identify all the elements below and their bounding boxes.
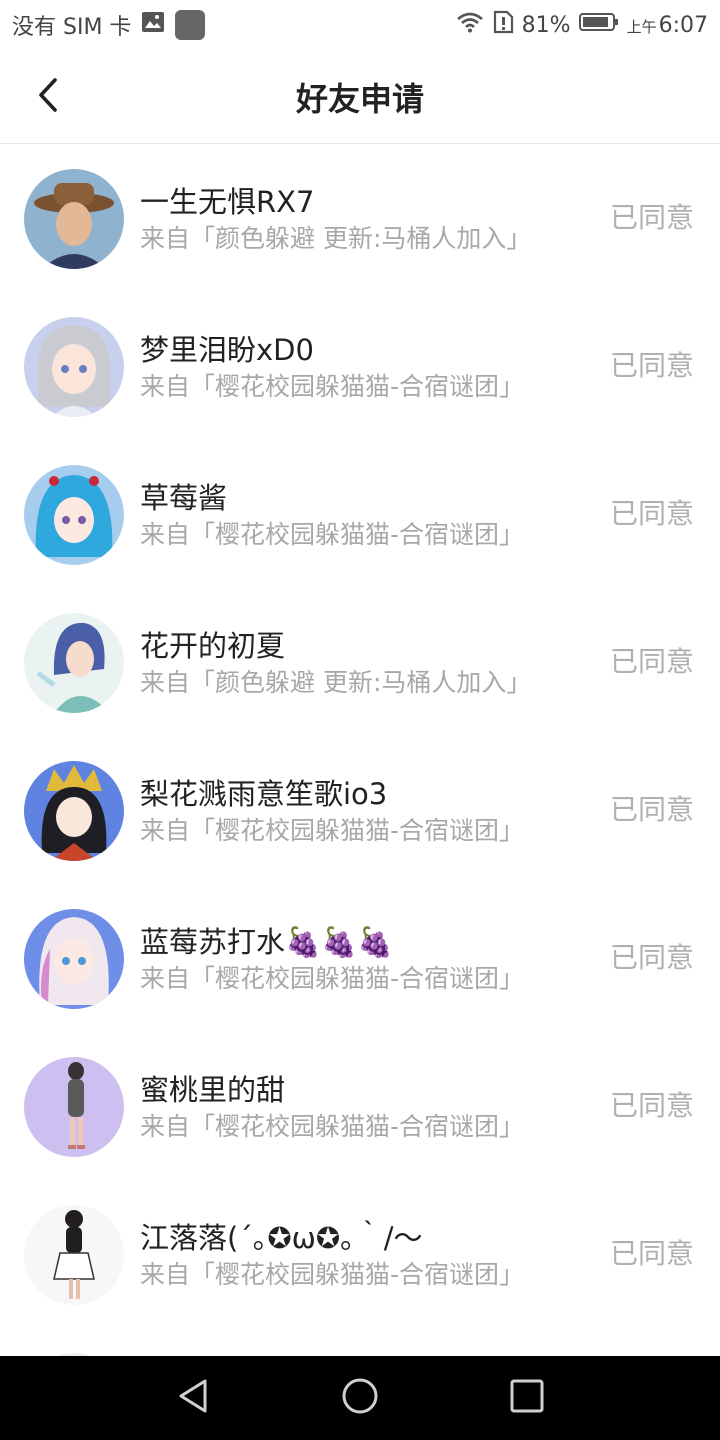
- battery-percent: 81%: [521, 12, 571, 38]
- requester-name: 草莓酱: [140, 481, 228, 515]
- request-source: 来自「樱花校园躲猫猫-合宿谜团」: [140, 372, 525, 401]
- request-status: 已同意: [609, 941, 694, 974]
- list-item[interactable]: 花开的初夏 来自「颜色躲避 更新:马桶人加入」 已同意: [0, 588, 720, 736]
- request-source: 来自「樱花校园躲猫猫-合宿谜团」: [140, 1260, 525, 1289]
- battery-icon: [578, 12, 619, 38]
- app-notification-icon: [175, 10, 206, 40]
- request-source: 来自「颜色躲避 更新:马桶人加入」: [140, 668, 532, 697]
- list-item[interactable]: 江落落(´｡✪ω✪｡｀/～ 来自「樱花校园躲猫猫-合宿谜团」 已同意: [0, 1180, 720, 1328]
- avatar[interactable]: [24, 169, 124, 269]
- image-icon: [141, 11, 165, 39]
- requester-name: 花开的初夏: [140, 629, 286, 663]
- request-source: 来自「樱花校园躲猫猫-合宿谜团」: [140, 1112, 525, 1141]
- clock-time: 6:07: [658, 12, 708, 38]
- request-text: 一生无惧RX7 来自「颜色躲避 更新:马桶人加入」: [140, 182, 580, 256]
- chevron-left-icon: [36, 77, 60, 117]
- request-status: 已同意: [609, 645, 694, 678]
- status-right: 81% 上午6:07: [456, 10, 708, 40]
- nav-recent-button[interactable]: [497, 1368, 557, 1428]
- header: 好友申请: [0, 50, 720, 144]
- circle-home-icon: [340, 1376, 380, 1420]
- clock-ampm: 上午: [626, 17, 657, 36]
- avatar[interactable]: [24, 317, 124, 417]
- request-status: 已同意: [609, 201, 694, 234]
- carrier-label: 没有 SIM 卡: [12, 15, 132, 40]
- request-text: 蓝莓苏打水🍇🍇🍇 来自「樱花校园躲猫猫-合宿谜团」: [140, 922, 580, 996]
- friend-request-list: 一生无惧RX7 来自「颜色躲避 更新:马桶人加入」 已同意 梦里泪盼xD0 来自…: [0, 144, 720, 1356]
- avatar[interactable]: [24, 465, 124, 565]
- requester-name: 蜜桃里的甜: [140, 1073, 286, 1107]
- alert-icon: [492, 10, 514, 40]
- triangle-back-icon: [173, 1376, 213, 1420]
- wifi-icon: [456, 11, 484, 39]
- request-text: 草莓酱 来自「樱花校园躲猫猫-合宿谜团」: [140, 478, 580, 552]
- page-title: 好友申请: [295, 79, 424, 118]
- requester-name: 梨花溅雨意笙歌io3: [140, 777, 388, 811]
- requester-name: 蓝莓苏打水🍇🍇🍇: [140, 925, 394, 959]
- status-bar: 没有 SIM 卡 81% 上午6:07: [0, 0, 720, 50]
- request-source: 来自「樱花校园躲猫猫-合宿谜团」: [140, 816, 525, 845]
- list-item[interactable]: 草莓酱 来自「樱花校园躲猫猫-合宿谜团」 已同意: [0, 440, 720, 588]
- list-item[interactable]: 梦里泪盼xD0 来自「樱花校园躲猫猫-合宿谜团」 已同意: [0, 292, 720, 440]
- request-text: 江落落(´｡✪ω✪｡｀/～ 来自「樱花校园躲猫猫-合宿谜团」: [140, 1218, 580, 1292]
- list-item[interactable]: 蜜桃里的甜 来自「樱花校园躲猫猫-合宿谜团」 已同意: [0, 1032, 720, 1180]
- request-text: 梨花溅雨意笙歌io3 来自「樱花校园躲猫猫-合宿谜团」: [140, 774, 580, 848]
- request-source: 来自「樱花校园躲猫猫-合宿谜团」: [140, 964, 525, 993]
- back-button[interactable]: [24, 72, 72, 122]
- avatar[interactable]: [24, 909, 124, 1009]
- list-item-partial[interactable]: [0, 1328, 720, 1356]
- list-item[interactable]: 梨花溅雨意笙歌io3 来自「樱花校园躲猫猫-合宿谜团」 已同意: [0, 736, 720, 884]
- request-status: 已同意: [609, 1237, 694, 1270]
- nav-home-button[interactable]: [330, 1368, 390, 1428]
- requester-name: 一生无惧RX7: [140, 185, 315, 219]
- system-nav-bar: [0, 1356, 720, 1440]
- requester-name: 江落落(´｡✪ω✪｡｀/～: [140, 1221, 423, 1255]
- avatar[interactable]: [24, 613, 124, 713]
- request-source: 来自「颜色躲避 更新:马桶人加入」: [140, 224, 532, 253]
- request-status: 已同意: [609, 497, 694, 530]
- request-status: 已同意: [609, 793, 694, 826]
- request-status: 已同意: [609, 349, 694, 382]
- request-text: 梦里泪盼xD0 来自「樱花校园躲猫猫-合宿谜团」: [140, 330, 580, 404]
- square-recent-icon: [507, 1376, 547, 1420]
- nav-back-button[interactable]: [163, 1368, 223, 1428]
- request-text: 蜜桃里的甜 来自「樱花校园躲猫猫-合宿谜团」: [140, 1070, 580, 1144]
- avatar[interactable]: [24, 761, 124, 861]
- request-status: 已同意: [609, 1089, 694, 1122]
- status-left: 没有 SIM 卡: [12, 9, 206, 41]
- avatar[interactable]: [24, 1057, 124, 1157]
- request-text: 花开的初夏 来自「颜色躲避 更新:马桶人加入」: [140, 626, 580, 700]
- requester-name: 梦里泪盼xD0: [140, 333, 314, 367]
- request-source: 来自「樱花校园躲猫猫-合宿谜团」: [140, 520, 525, 549]
- list-item[interactable]: 一生无惧RX7 来自「颜色躲避 更新:马桶人加入」 已同意: [0, 144, 720, 292]
- list-item[interactable]: 蓝莓苏打水🍇🍇🍇 来自「樱花校园躲猫猫-合宿谜团」 已同意: [0, 884, 720, 1032]
- avatar[interactable]: [24, 1205, 124, 1305]
